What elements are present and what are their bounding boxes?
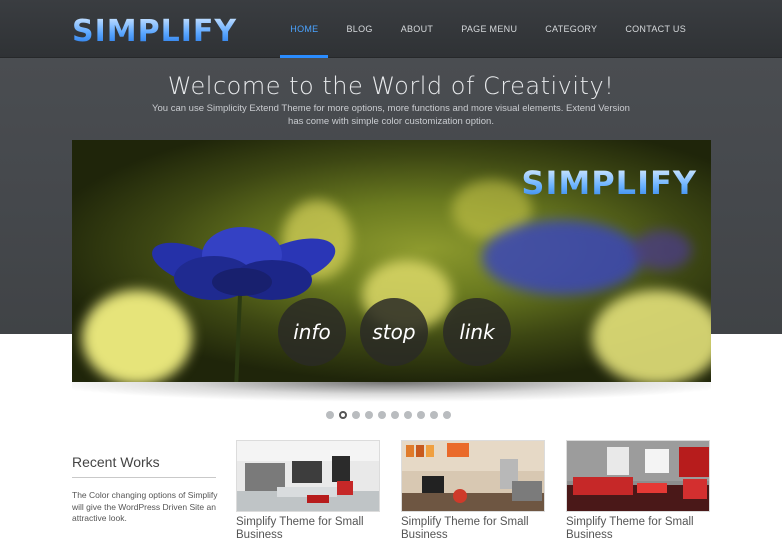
slider-dot[interactable] (365, 411, 373, 419)
logo-text: SIMPLIFY (72, 13, 238, 49)
work-title[interactable]: Simplify Theme for Small Business (566, 516, 710, 540)
link-button[interactable]: link (443, 298, 511, 366)
main-menu: HOME BLOG ABOUT PAGE MENU CATEGORY CONTA… (276, 0, 700, 58)
slider-dot[interactable] (430, 411, 438, 419)
slider-pagination (326, 411, 451, 419)
image-slider[interactable]: SIMPLIFY info stop link (72, 140, 711, 382)
work-title[interactable]: Simplify Theme for Small Business (236, 516, 380, 540)
slider-dot[interactable] (352, 411, 360, 419)
work-card[interactable]: Simplify Theme for Small Business (566, 440, 710, 540)
hero-subtitle: You can use Simplicity Extend Theme for … (152, 103, 630, 127)
info-button[interactable]: info (278, 298, 346, 366)
slider-logo: SIMPLIFY (521, 164, 697, 202)
slider-dot[interactable] (326, 411, 334, 419)
recent-works-heading: Recent Works (72, 454, 160, 470)
nav-home[interactable]: HOME (276, 0, 332, 58)
slider-dot[interactable] (417, 411, 425, 419)
slider-dot[interactable] (443, 411, 451, 419)
work-thumbnail[interactable] (236, 440, 380, 512)
site-logo[interactable]: SIMPLIFY (72, 13, 238, 49)
hero-title: Welcome to the World of Creativity! (167, 72, 615, 100)
slider-dot[interactable] (339, 411, 347, 419)
work-card[interactable]: Simplify Theme for Small Business (236, 440, 380, 540)
blue-flower-image (152, 227, 336, 382)
nav-category[interactable]: CATEGORY (531, 0, 611, 58)
heading-divider (72, 477, 216, 478)
blur-yellow-flower (592, 290, 711, 382)
work-thumbnail[interactable] (401, 440, 545, 512)
slider-dot[interactable] (378, 411, 386, 419)
slider-dot[interactable] (391, 411, 399, 419)
nav-contact-us[interactable]: CONTACT US (611, 0, 700, 58)
blur-purple-flower (632, 230, 692, 270)
work-card[interactable]: Simplify Theme for Small Business (401, 440, 545, 540)
work-title[interactable]: Simplify Theme for Small Business (401, 516, 545, 540)
blur-blue-flower (482, 220, 642, 295)
nav-about[interactable]: ABOUT (387, 0, 448, 58)
stop-button[interactable]: stop (360, 298, 428, 366)
slider-shadow (72, 382, 711, 402)
slider-dot[interactable] (404, 411, 412, 419)
work-thumbnail[interactable] (566, 440, 710, 512)
recent-works-description: The Color changing options of Simplify w… (72, 490, 218, 523)
nav-blog[interactable]: BLOG (332, 0, 386, 58)
nav-page-menu[interactable]: PAGE MENU (447, 0, 531, 58)
